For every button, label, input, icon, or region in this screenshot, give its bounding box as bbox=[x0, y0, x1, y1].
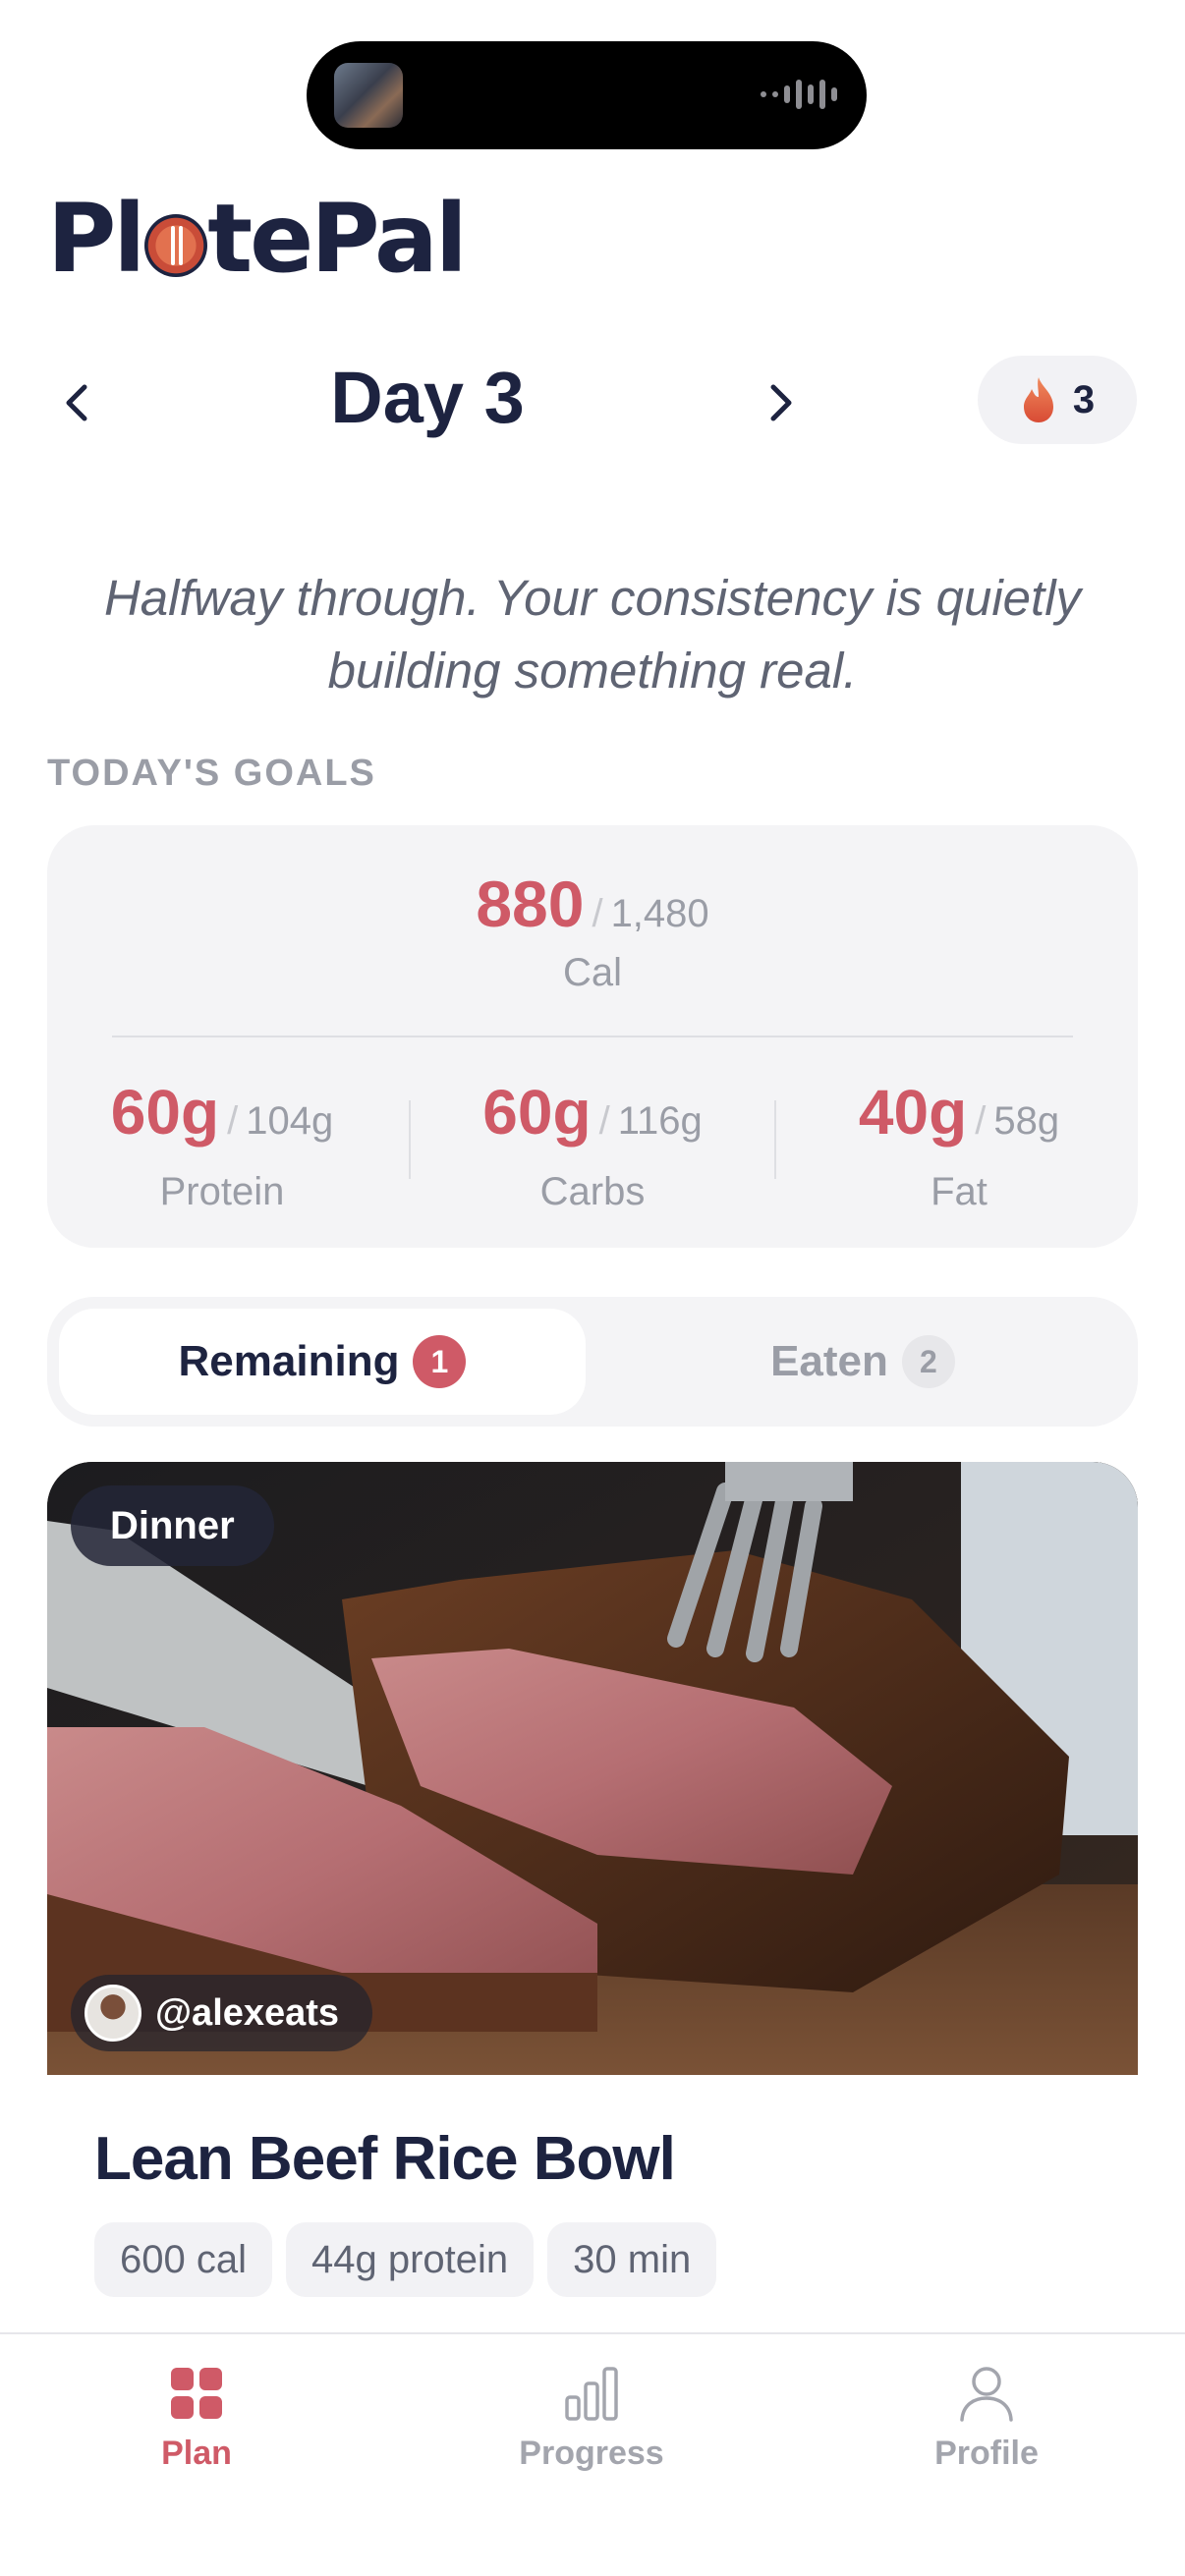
meal-info-chips: 600 cal 44g protein 30 min bbox=[94, 2222, 717, 2297]
tab-plan-label: Plan bbox=[161, 2435, 232, 2472]
divider bbox=[409, 1100, 411, 1179]
macro-target: 104g bbox=[246, 1099, 334, 1143]
macro-carbs: 60g/116g Carbs bbox=[425, 1076, 760, 1214]
avatar bbox=[85, 1985, 141, 2042]
time-chip: 30 min bbox=[547, 2222, 717, 2297]
page-title: Day 3 bbox=[330, 357, 525, 438]
macro-eaten: 60g bbox=[482, 1077, 592, 1148]
tab-eaten-label: Eaten bbox=[770, 1337, 888, 1385]
motivation-quote: Halfway through. Your consistency is qui… bbox=[103, 570, 1082, 699]
meal-filter-segment: Remaining 1 Eaten 2 bbox=[47, 1297, 1138, 1427]
macro-protein: 60g/104g Protein bbox=[55, 1076, 389, 1214]
author-handle: @alexeats bbox=[155, 1991, 340, 2034]
macro-target: 116g bbox=[617, 1099, 703, 1143]
dynamic-island bbox=[307, 41, 867, 149]
tab-progress[interactable]: Progress bbox=[493, 2364, 690, 2473]
meal-title[interactable]: Lean Beef Rice Bowl bbox=[94, 2124, 676, 2194]
flame-icon bbox=[1023, 377, 1053, 422]
now-playing-thumbnail bbox=[334, 63, 403, 128]
macro-label: Carbs bbox=[539, 1170, 646, 1213]
app-logo: Pl tePal bbox=[47, 184, 468, 294]
tab-profile-label: Profile bbox=[934, 2435, 1039, 2472]
divider bbox=[774, 1100, 776, 1179]
eaten-count-badge: 2 bbox=[901, 1335, 955, 1388]
meal-type-badge: Dinner bbox=[71, 1485, 274, 1566]
logo-text-left: Pl bbox=[47, 184, 145, 294]
section-label: TODAY'S GOALS bbox=[47, 753, 376, 794]
tab-progress-label: Progress bbox=[519, 2435, 664, 2472]
bottom-tab-bar: Plan Progress Profile bbox=[0, 2332, 1185, 2576]
macro-eaten: 40g bbox=[858, 1077, 968, 1148]
tab-remaining-label: Remaining bbox=[178, 1337, 400, 1385]
divider bbox=[112, 1036, 1073, 1037]
bar-chart-icon bbox=[565, 2367, 618, 2421]
tab-eaten[interactable]: Eaten 2 bbox=[599, 1309, 1126, 1415]
macro-target: 58g bbox=[993, 1099, 1060, 1143]
streak-count: 3 bbox=[1072, 377, 1096, 421]
author-chip[interactable]: @alexeats bbox=[71, 1975, 373, 2051]
grid-icon bbox=[171, 2368, 222, 2419]
plate-fork-knife-icon bbox=[144, 214, 208, 277]
calories-label: Cal bbox=[562, 951, 623, 994]
chevron-left-icon bbox=[66, 384, 87, 421]
macro-fat: 40g/58g Fat bbox=[792, 1076, 1126, 1214]
person-icon bbox=[960, 2367, 1013, 2422]
calories-eaten: 880 bbox=[476, 868, 585, 940]
streak-badge[interactable]: 3 bbox=[978, 356, 1137, 444]
audio-wave-icon bbox=[761, 77, 837, 112]
calories-target: 1,480 bbox=[610, 892, 709, 935]
calories-chip: 600 cal bbox=[94, 2222, 272, 2297]
macro-eaten: 60g bbox=[110, 1077, 220, 1148]
next-day-button[interactable] bbox=[752, 373, 811, 432]
tab-remaining[interactable]: Remaining 1 bbox=[59, 1309, 586, 1415]
macro-label: Protein bbox=[159, 1170, 285, 1213]
logo-text-right: tePal bbox=[207, 184, 467, 294]
calories-summary: 880/1,480 bbox=[476, 868, 709, 940]
remaining-count-badge: 1 bbox=[413, 1335, 467, 1388]
tab-plan[interactable]: Plan bbox=[98, 2364, 295, 2473]
previous-day-button[interactable] bbox=[47, 373, 106, 432]
protein-chip: 44g protein bbox=[285, 2222, 535, 2297]
macro-label: Fat bbox=[931, 1170, 988, 1213]
goals-card: 880/1,480 Cal 60g/104g Protein 60g/116g … bbox=[47, 825, 1138, 1248]
chevron-right-icon bbox=[770, 384, 792, 421]
tab-profile[interactable]: Profile bbox=[888, 2364, 1085, 2473]
